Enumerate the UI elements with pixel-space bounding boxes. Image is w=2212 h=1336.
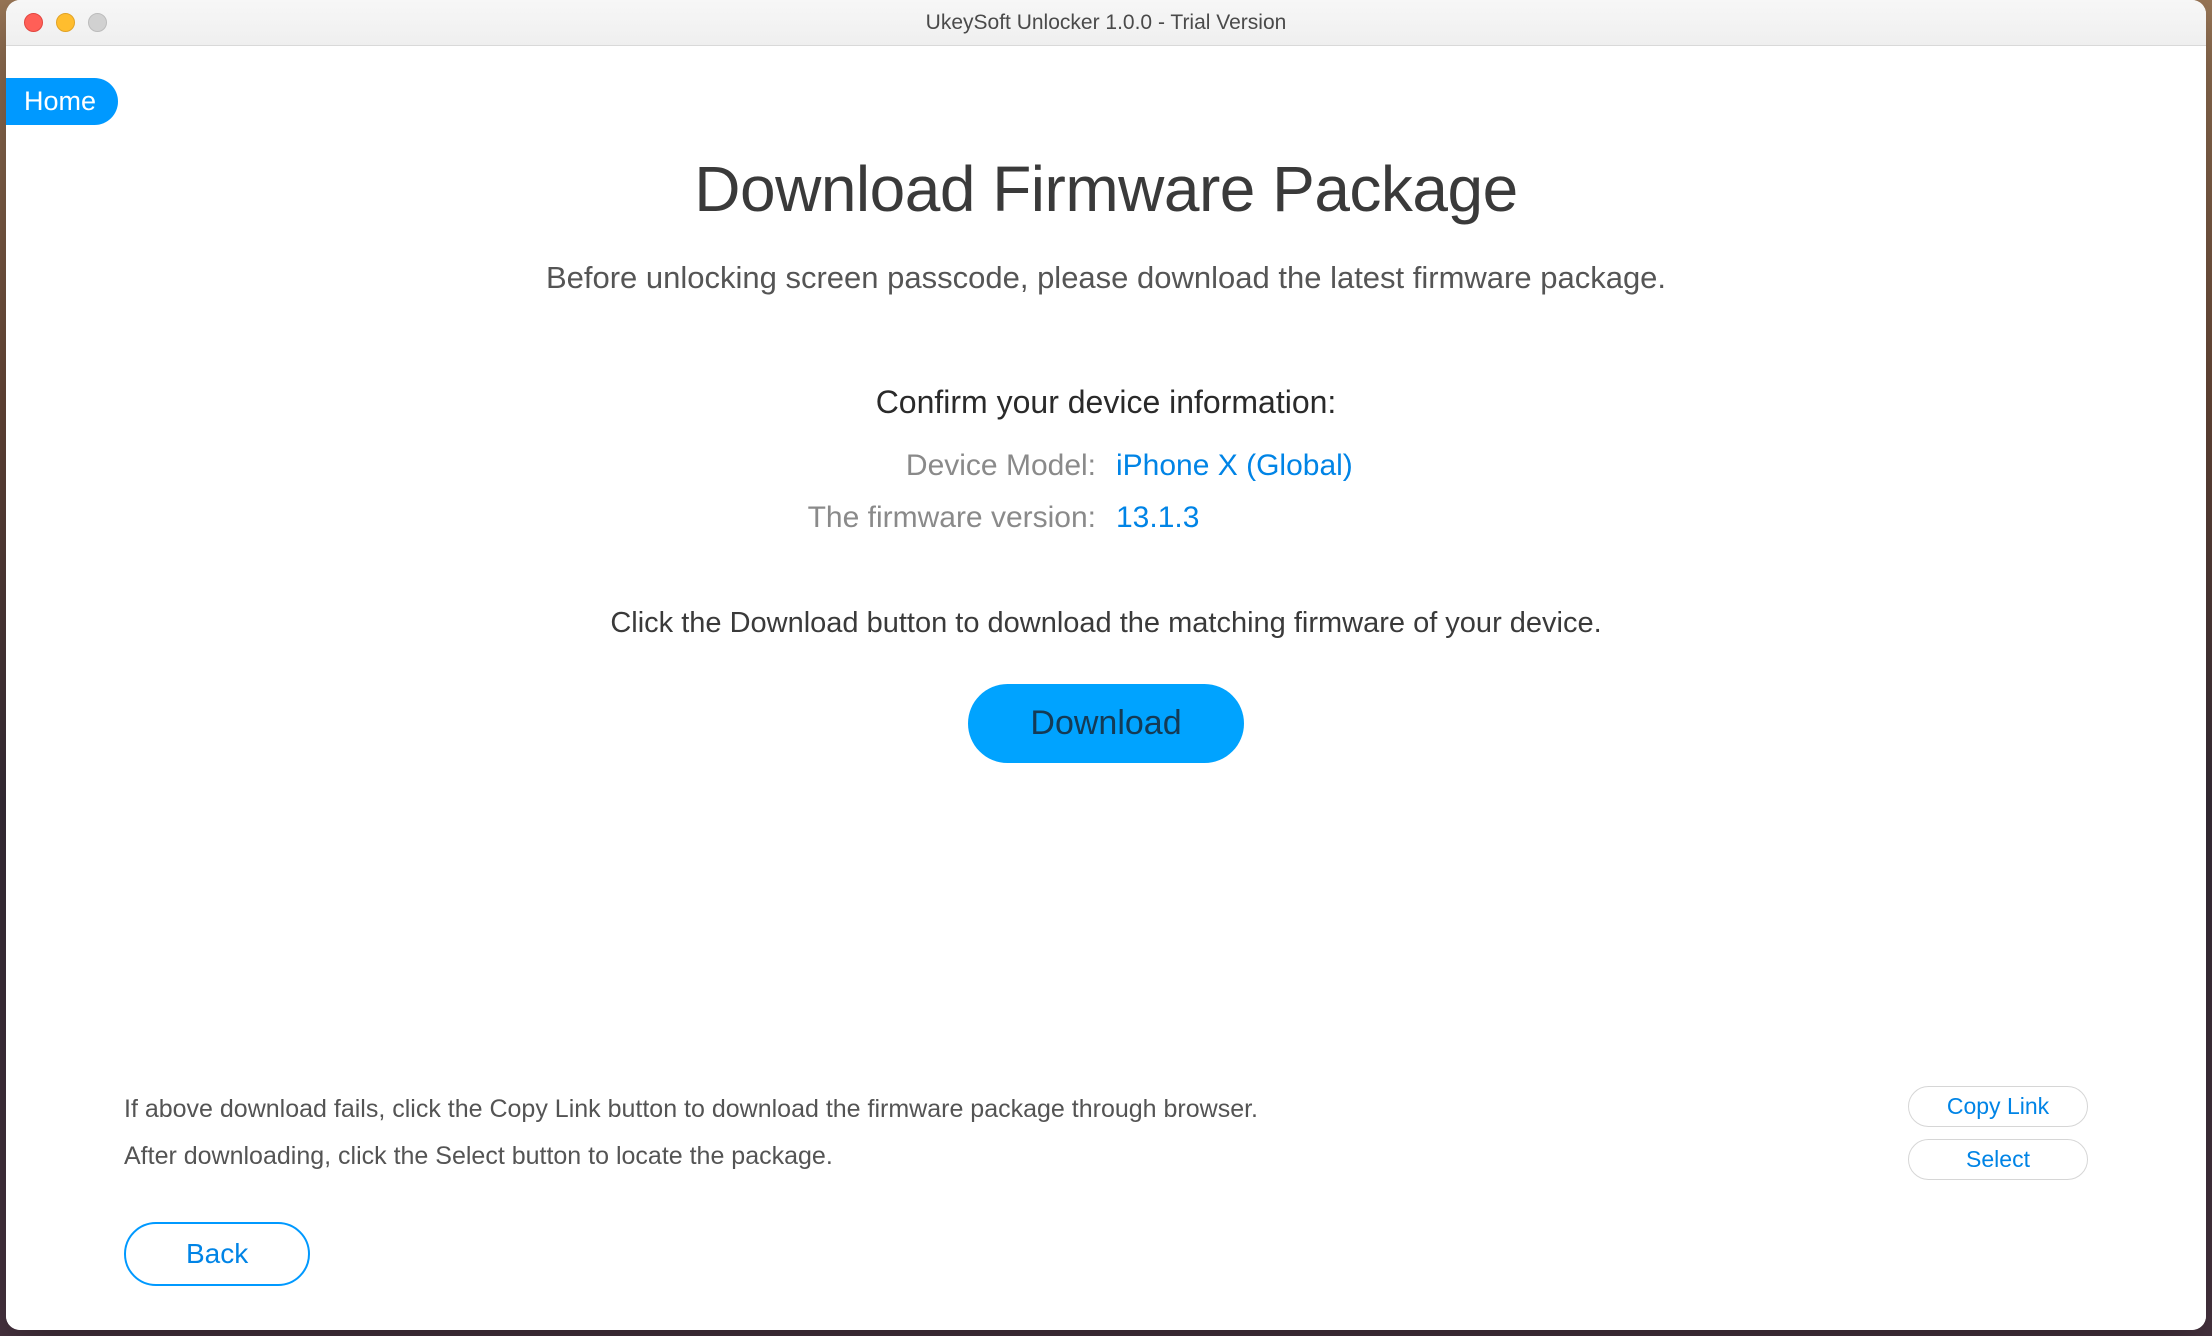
download-instruction: Click the Download button to download th… — [6, 535, 2206, 640]
device-model-row: Device Model: iPhone X (Global) — [6, 449, 2206, 483]
copy-link-label: Copy Link — [1947, 1093, 2049, 1119]
traffic-lights — [24, 13, 107, 32]
titlebar: UkeySoft Unlocker 1.0.0 - Trial Version — [6, 0, 2206, 46]
copy-link-button[interactable]: Copy Link — [1908, 1086, 2088, 1127]
firmware-version-value[interactable]: 13.1.3 — [1116, 501, 1576, 535]
app-window: UkeySoft Unlocker 1.0.0 - Trial Version … — [6, 0, 2206, 1330]
content-area: Home Download Firmware Package Before un… — [6, 46, 2206, 1330]
maximize-icon — [88, 13, 107, 32]
close-icon[interactable] — [24, 13, 43, 32]
window-title: UkeySoft Unlocker 1.0.0 - Trial Version — [6, 11, 2206, 35]
back-label: Back — [186, 1238, 248, 1269]
side-buttons: Copy Link Select — [1908, 1086, 2088, 1180]
select-label: Select — [1966, 1146, 2030, 1172]
download-button[interactable]: Download — [968, 684, 1243, 763]
help-section: If above download fails, click the Copy … — [6, 1086, 2206, 1180]
device-model-label: Device Model: — [636, 449, 1096, 483]
page-subtitle: Before unlocking screen passcode, please… — [6, 226, 2206, 296]
home-button[interactable]: Home — [6, 78, 118, 125]
help-line-2: After downloading, click the Select butt… — [124, 1142, 1258, 1171]
page-title: Download Firmware Package — [6, 46, 2206, 226]
firmware-version-label: The firmware version: — [636, 501, 1096, 535]
firmware-version-row: The firmware version: 13.1.3 — [6, 501, 2206, 535]
select-button[interactable]: Select — [1908, 1139, 2088, 1180]
download-label: Download — [1030, 704, 1181, 742]
help-line-1: If above download fails, click the Copy … — [124, 1095, 1258, 1124]
confirm-heading: Confirm your device information: — [6, 296, 2206, 421]
back-button[interactable]: Back — [124, 1222, 310, 1286]
minimize-icon[interactable] — [56, 13, 75, 32]
device-model-value[interactable]: iPhone X (Global) — [1116, 449, 1576, 483]
download-button-wrap: Download — [6, 640, 2206, 763]
home-label: Home — [24, 86, 96, 116]
device-info: Device Model: iPhone X (Global) The firm… — [6, 421, 2206, 535]
help-text: If above download fails, click the Copy … — [124, 1095, 1258, 1171]
